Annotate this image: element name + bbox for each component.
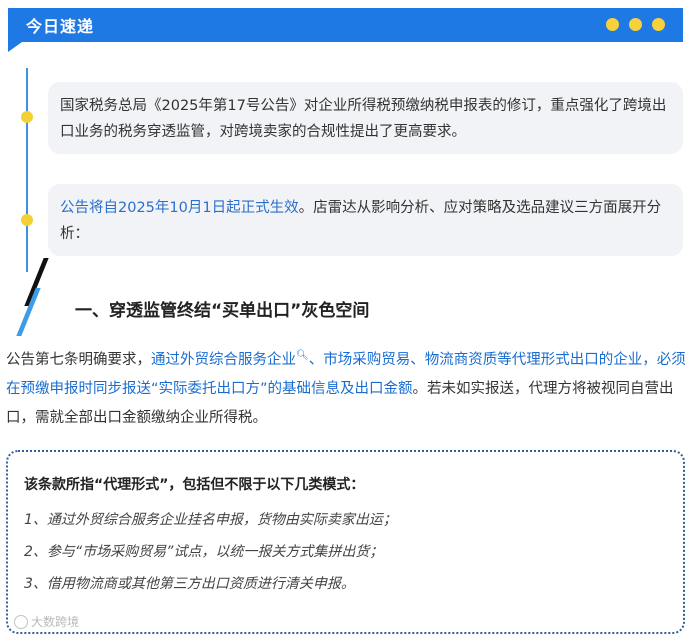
watermark-logo-icon [14, 614, 28, 629]
agency-forms-box: 该条款所指“代理形式”，包括但不限于以下几类模式： 1、通过外贸综合服务企业挂名… [6, 450, 685, 634]
list-item: 3、借用物流商或其他第三方出口资质进行清关申报。 [24, 576, 355, 592]
timeline-dot [21, 214, 33, 226]
header-bar [8, 8, 683, 42]
body-paragraph: 公告第七条明确要求，通过外贸综合服务企业🔍︎、市场采购贸易、物流商资质等代理形式… [6, 341, 686, 433]
watermark-text: 大数跨境 [31, 615, 80, 629]
card-text: 国家税务总局《2025年第17号公告》对企业所得税预缴纳税申报表的修订，重点强化… [60, 98, 667, 140]
watermark: 大数跨境 [14, 613, 79, 630]
header-bar-tail [8, 42, 22, 52]
timeline-dot [21, 111, 33, 123]
dot-icon [629, 18, 642, 31]
search-link[interactable]: 通过外贸综合服务企业 [151, 352, 296, 368]
dot-icon [652, 18, 665, 31]
list-item: 1、通过外贸综合服务企业挂名申报，货物由实际卖家出运； [24, 512, 397, 528]
summary-card-2: 公告将自2025年10月1日起正式生效。店雷达从影响分析、应对策略及选品建议三方… [48, 184, 683, 256]
dot-icon [606, 18, 619, 31]
section-header: 今日速递 [0, 0, 691, 54]
box-title: 该条款所指“代理形式”，包括但不限于以下几类模式： [24, 477, 365, 493]
header-dots [606, 18, 665, 31]
list-item: 2、参与“市场采购贸易”试点，以统一报关方式集拼出货； [24, 544, 384, 560]
effective-date-highlight: 公告将自2025年10月1日起正式生效 [60, 200, 299, 216]
timeline-line [26, 68, 28, 272]
search-icon[interactable]: 🔍︎ [296, 350, 309, 361]
paragraph-prefix: 公告第七条明确要求， [6, 351, 151, 368]
header-title: 今日速递 [26, 17, 95, 36]
summary-card-1: 国家税务总局《2025年第17号公告》对企业所得税预缴纳税申报表的修订，重点强化… [48, 82, 683, 154]
section-title: 一、穿透监管终结“买单出口”灰色空间 [75, 301, 370, 321]
